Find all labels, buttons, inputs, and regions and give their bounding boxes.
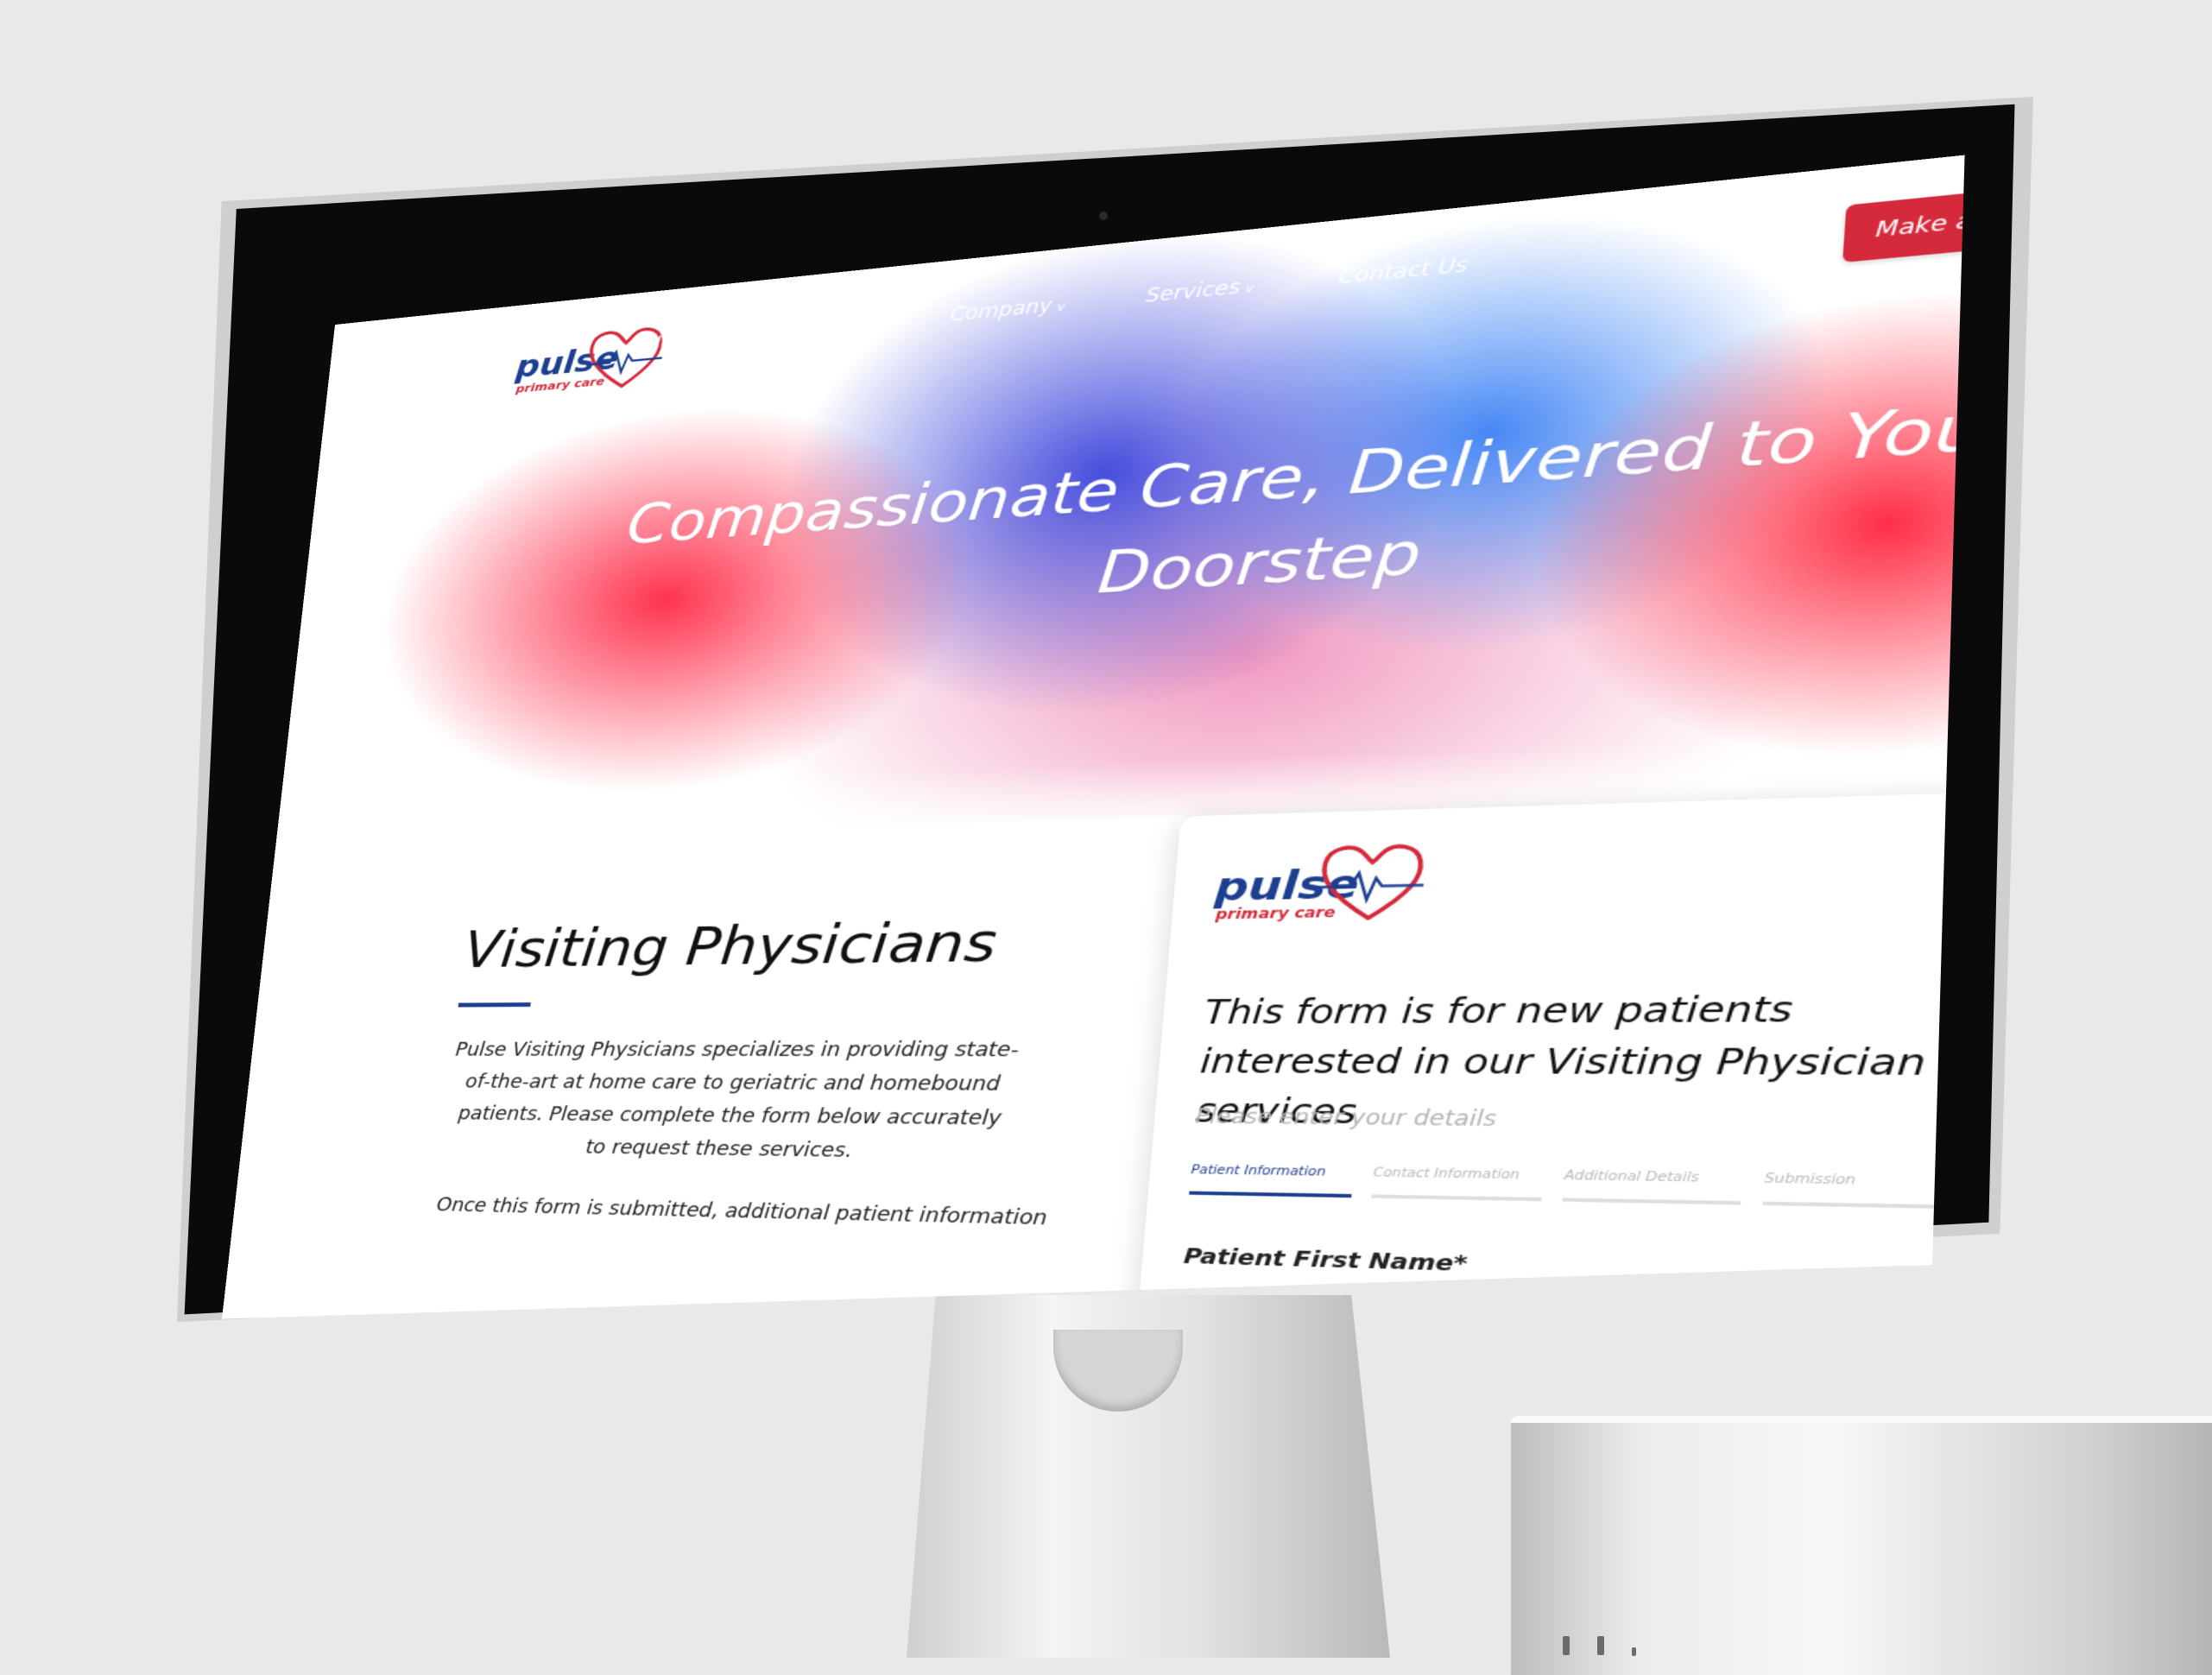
step-submission[interactable]: Submission: [1763, 1172, 1952, 1209]
tower-vent: [1597, 1636, 1604, 1655]
first-name-label: Patient First Name*: [1183, 1244, 1469, 1277]
tower-vent: [1563, 1636, 1570, 1655]
chevron-down-icon: v: [1245, 281, 1255, 296]
form-subheading: Please enter your details: [1195, 1105, 1497, 1132]
heart-pulse-icon: [1311, 838, 1431, 927]
intro-section: Visiting Physicians Pulse Visiting Physi…: [435, 911, 1033, 1236]
webcam: [1099, 212, 1108, 220]
form-steps: Patient Information Contact Information …: [1189, 1164, 1952, 1209]
chevron-down-icon: v: [1057, 299, 1066, 313]
site-logo[interactable]: pulse primary care: [513, 344, 620, 395]
heart-pulse-icon: [581, 320, 667, 395]
page-title: Visiting Physicians: [461, 911, 1033, 980]
form-logo: pulse primary care: [1212, 865, 1361, 921]
step-contact-information[interactable]: Contact Information: [1371, 1166, 1544, 1201]
computer-tower: [1511, 1416, 2212, 1675]
intro-paragraph: Pulse Visiting Physicians specializes in…: [441, 1033, 1022, 1171]
tower-top-edge: [1511, 1416, 2212, 1423]
book-online-button[interactable]: Book Online: [2139, 151, 2212, 235]
intro-paragraph-2: Once this form is submitted, additional …: [435, 1189, 1008, 1235]
title-underline: [458, 1002, 531, 1007]
step-patient-information[interactable]: Patient Information: [1189, 1164, 1354, 1198]
step-additional-details[interactable]: Additional Details: [1563, 1170, 1743, 1205]
